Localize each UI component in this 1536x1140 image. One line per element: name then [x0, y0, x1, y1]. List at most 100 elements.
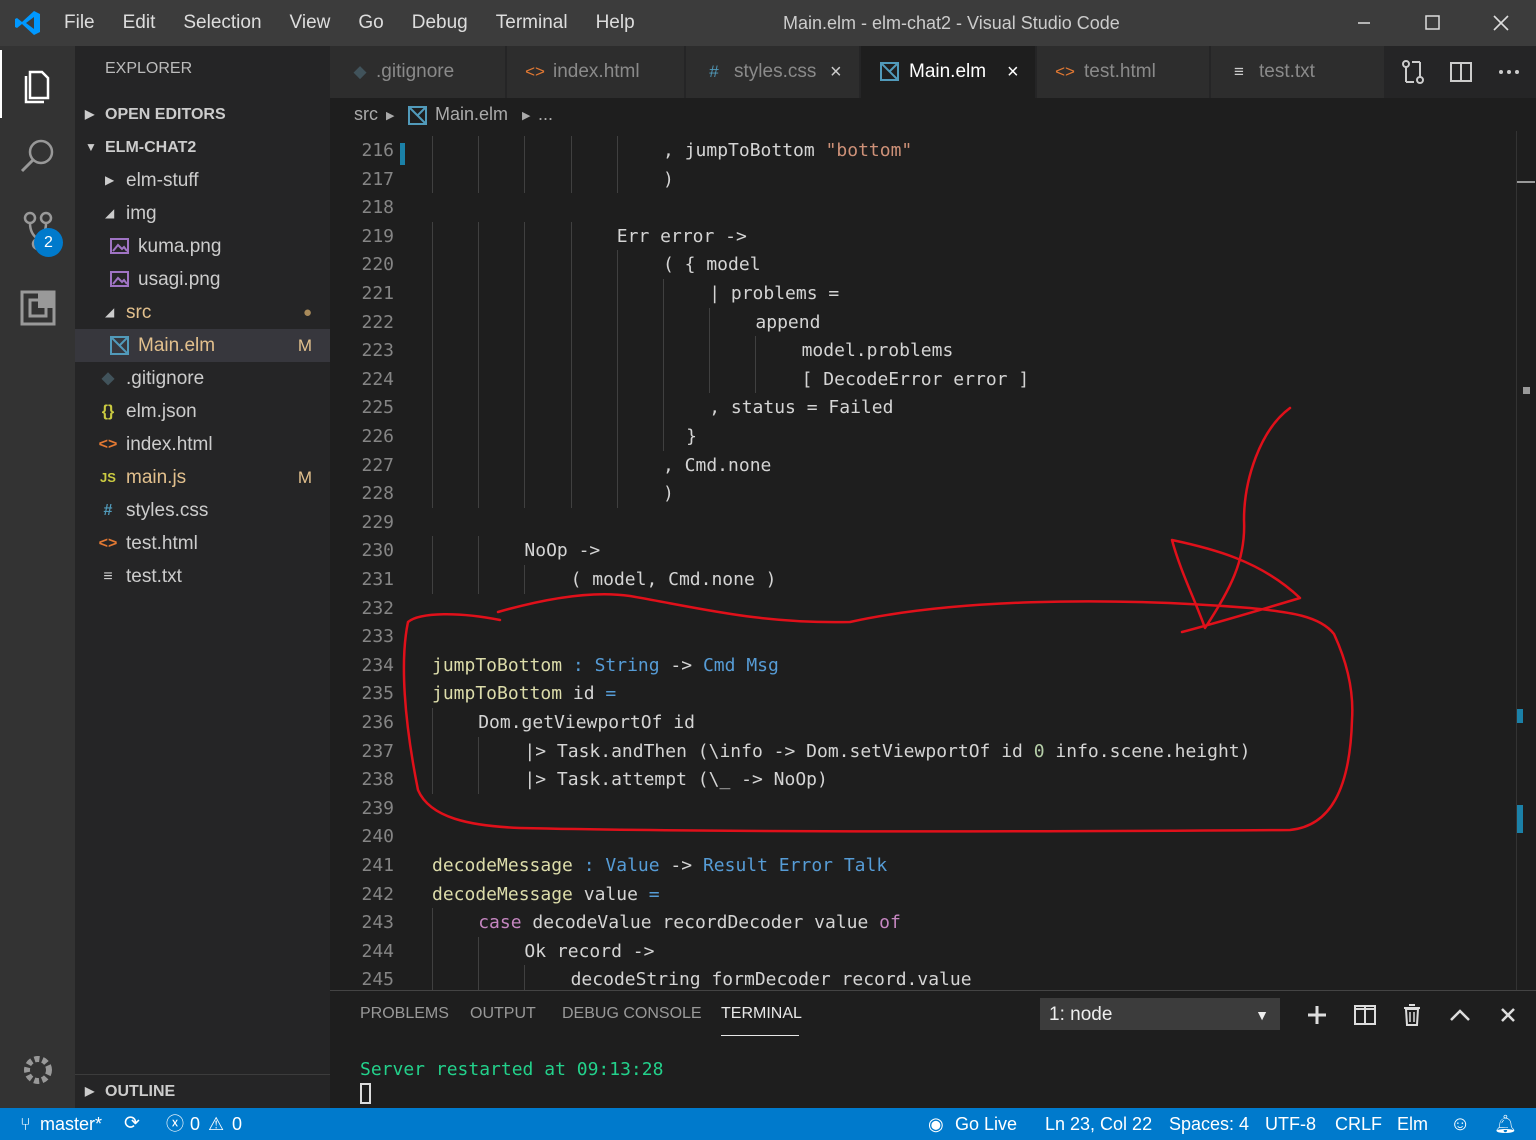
menu-view[interactable]: View [276, 0, 345, 46]
trash-icon[interactable] [1396, 999, 1428, 1031]
error-count[interactable]: 0 [190, 1108, 200, 1140]
minimize-button[interactable] [1330, 0, 1398, 46]
tab-problems[interactable]: PROBLEMS [360, 1005, 449, 1023]
indent-guide [616, 422, 618, 451]
menu-help[interactable]: Help [582, 0, 649, 46]
more-actions-icon[interactable] [1491, 54, 1527, 90]
manage-activity[interactable] [0, 1036, 75, 1104]
menu-debug[interactable]: Debug [398, 0, 482, 46]
code-line: model.problems [802, 340, 954, 361]
new-terminal-icon[interactable] [1301, 999, 1333, 1031]
indent-guide [524, 364, 526, 394]
split-terminal-icon[interactable] [1349, 999, 1381, 1031]
close-tab-icon[interactable]: × [830, 46, 842, 98]
cursor-position[interactable]: Ln 23, Col 22 [1045, 1108, 1152, 1140]
tab-output[interactable]: OUTPUT [470, 1005, 536, 1023]
sync-icon[interactable]: ⟳ [124, 1108, 140, 1140]
tree-item-main-js[interactable]: JS main.js M [75, 461, 330, 494]
breadcrumb-file[interactable]: Main.elm [435, 104, 508, 125]
menu-edit[interactable]: Edit [109, 0, 170, 46]
git-branch[interactable]: master* [40, 1108, 102, 1140]
line-number: 230 [361, 540, 394, 562]
tree-item-kuma[interactable]: kuma.png [75, 230, 330, 263]
tab-test-txt[interactable]: ≡ test.txt [1211, 46, 1385, 98]
outline-section[interactable]: ▶ OUTLINE [75, 1074, 330, 1107]
tab-label: Main.elm [909, 61, 987, 82]
terminal-select[interactable]: 1: node ▼ [1040, 998, 1280, 1030]
warning-count[interactable]: 0 [232, 1108, 242, 1140]
tree-item-main-elm[interactable]: Main.elm M [75, 329, 330, 362]
menu-file[interactable]: File [50, 0, 109, 46]
project-section[interactable]: ▼ ELM-CHAT2 [75, 131, 330, 164]
tree-item-img[interactable]: ◢ img [75, 197, 330, 230]
code-token: |> Task.attempt (\_ -> NoOp) [524, 769, 828, 791]
close-window-button[interactable] [1466, 0, 1534, 46]
tab-test-html[interactable]: <> test.html [1037, 46, 1210, 98]
go-live-button[interactable]: Go Live [955, 1108, 1017, 1140]
notifications-bell-icon[interactable]: 🔔︎ [1494, 1108, 1517, 1140]
code-token: , status = Failed [709, 397, 894, 419]
indent-guide [432, 164, 433, 194]
css-icon: # [709, 62, 719, 81]
editor-scrollbar[interactable] [1516, 131, 1536, 990]
language-mode[interactable]: Elm [1397, 1108, 1428, 1140]
code-line: jumpToBottom : String -> Cmd Msg [432, 655, 779, 676]
feedback-smiley-icon[interactable]: ☺ [1450, 1108, 1470, 1140]
code-line: [ DecodeError error ] [802, 369, 1030, 390]
menu-selection[interactable]: Selection [169, 0, 275, 46]
tree-item-gitignore[interactable]: ◆ .gitignore [75, 362, 330, 395]
tab-index-html[interactable]: <> index.html [507, 46, 685, 98]
tab-main-elm[interactable]: Main.elm × [861, 46, 1036, 98]
line-number: 232 [361, 597, 394, 619]
tab-terminal[interactable]: TERMINAL [721, 1005, 802, 1023]
open-changes-icon[interactable] [1395, 54, 1431, 90]
tree-item-label: src [126, 302, 152, 323]
maximize-button[interactable] [1398, 0, 1466, 46]
code-token: ( { model [663, 254, 761, 276]
tree-item-src[interactable]: ◢ src ● [75, 296, 330, 329]
tree-item-index-html[interactable]: <> index.html [75, 428, 330, 461]
open-editors-section[interactable]: ▶ OPEN EDITORS [75, 98, 330, 131]
indent-guide [478, 136, 480, 165]
tab-debug-console[interactable]: DEBUG CONSOLE [562, 1005, 702, 1023]
indentation[interactable]: Spaces: 4 [1169, 1108, 1249, 1140]
indent-guide [570, 136, 572, 165]
close-panel-icon[interactable] [1492, 999, 1524, 1031]
code-token: Result Error Talk [702, 855, 888, 876]
indent-guide [432, 936, 433, 966]
tree-item-usagi[interactable]: usagi.png [75, 263, 330, 296]
indent-guide [663, 393, 664, 422]
tree-item-test-html[interactable]: <> test.html [75, 527, 330, 560]
source-control-activity[interactable]: 2 [0, 198, 75, 266]
code-line: case decodeValue recordDecoder value of [478, 912, 901, 933]
tree-item-elm-stuff[interactable]: ▶ elm-stuff [75, 164, 330, 197]
extensions-activity[interactable] [0, 274, 75, 342]
tree-item-test-txt[interactable]: ≡ test.txt [75, 560, 330, 593]
menu-go[interactable]: Go [344, 0, 397, 46]
tab-label: test.html [1084, 61, 1156, 82]
menu-terminal[interactable]: Terminal [482, 0, 582, 46]
search-activity[interactable] [0, 122, 75, 190]
tab-styles-css[interactable]: # styles.css × [686, 46, 860, 98]
encoding[interactable]: UTF-8 [1265, 1108, 1316, 1140]
indent-guide [616, 164, 618, 194]
tree-item-styles-css[interactable]: # styles.css [75, 494, 330, 527]
tree-item-elm-json[interactable]: {} elm.json [75, 395, 330, 428]
indent-guide [709, 336, 711, 365]
code-token: |> Task.andThen (\info -> Dom.setViewpor… [524, 740, 1034, 762]
split-editor-icon[interactable] [1443, 54, 1479, 90]
indent-guide [432, 250, 433, 279]
tab-gitignore[interactable]: ◆ .gitignore [330, 46, 506, 98]
tree-item-label: main.js [126, 467, 187, 488]
explorer-activity[interactable] [0, 50, 75, 118]
close-tab-icon[interactable]: × [1007, 46, 1019, 98]
code-editor[interactable]: 216, jumpToBottom "bottom" 217) 218 219 Err … [330, 131, 1536, 990]
code-token: } [686, 426, 697, 447]
line-ending[interactable]: CRLF [1335, 1108, 1382, 1140]
html-icon: <> [525, 62, 545, 81]
breadcrumb-symbol[interactable]: ... [538, 104, 553, 125]
breadcrumb-folder[interactable]: src [354, 104, 378, 125]
indent-guide [524, 965, 526, 990]
maximize-panel-icon[interactable] [1444, 999, 1476, 1031]
